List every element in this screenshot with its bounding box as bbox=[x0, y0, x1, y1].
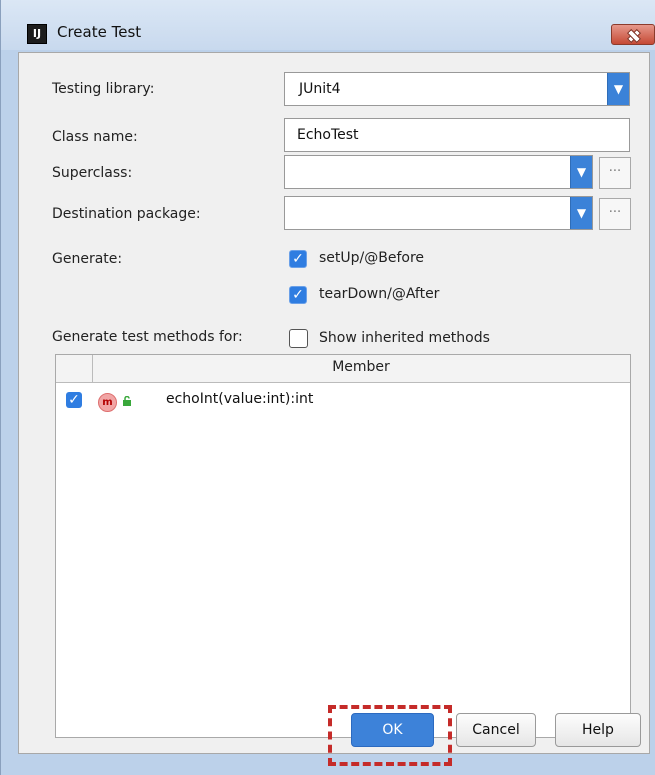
close-button[interactable] bbox=[611, 24, 655, 45]
class-name-value: EchoTest bbox=[297, 127, 359, 143]
setup-checkbox[interactable]: ✓ bbox=[289, 250, 307, 268]
titlebar: IJ Create Test bbox=[1, 0, 655, 50]
class-name-input[interactable]: EchoTest bbox=[284, 118, 630, 152]
intellij-icon: IJ bbox=[27, 24, 47, 44]
destination-package-label: Destination package: bbox=[52, 206, 201, 222]
show-inherited-label: Show inherited methods bbox=[319, 330, 490, 346]
public-lock-icon bbox=[123, 396, 131, 406]
create-test-dialog: IJ Create Test Testing library: JUnit4 ▼… bbox=[0, 0, 655, 775]
superclass-label: Superclass: bbox=[52, 165, 133, 181]
teardown-label: tearDown/@After bbox=[319, 286, 440, 302]
destination-package-select[interactable]: ▼ bbox=[284, 196, 593, 230]
testing-library-value: JUnit4 bbox=[299, 81, 341, 97]
chevron-down-icon[interactable]: ▼ bbox=[570, 197, 592, 229]
testing-library-label: Testing library: bbox=[52, 81, 155, 97]
member-column-header[interactable]: Member bbox=[92, 359, 630, 375]
teardown-checkbox[interactable]: ✓ bbox=[289, 286, 307, 304]
ok-button-highlight bbox=[328, 705, 452, 766]
member-checkbox[interactable]: ✓ bbox=[66, 392, 82, 408]
setup-label: setUp/@Before bbox=[319, 250, 425, 266]
superclass-select[interactable]: ▼ bbox=[284, 155, 593, 189]
method-icon: m bbox=[98, 393, 117, 412]
chevron-down-icon[interactable]: ▼ bbox=[607, 73, 629, 105]
help-button[interactable]: Help bbox=[555, 713, 641, 747]
chevron-down-icon[interactable]: ▼ bbox=[570, 156, 592, 188]
superclass-browse-button[interactable]: ... bbox=[599, 157, 631, 189]
generate-label: Generate: bbox=[52, 251, 123, 267]
show-inherited-checkbox[interactable] bbox=[289, 329, 308, 348]
generate-test-methods-label: Generate test methods for: bbox=[52, 329, 243, 345]
testing-library-select[interactable]: JUnit4 ▼ bbox=[284, 72, 630, 106]
dialog-content: Testing library: JUnit4 ▼ Class name: Ec… bbox=[18, 52, 650, 754]
dialog-title: Create Test bbox=[57, 23, 142, 41]
cancel-button[interactable]: Cancel bbox=[456, 713, 536, 747]
members-table-header: Member bbox=[56, 355, 630, 383]
class-name-label: Class name: bbox=[52, 129, 138, 145]
destination-package-browse-button[interactable]: ... bbox=[599, 198, 631, 230]
table-row[interactable]: ✓ m echoInt(value:int):int bbox=[56, 391, 630, 413]
member-name: echoInt(value:int):int bbox=[166, 391, 314, 407]
members-table: Member ✓ m echoInt(value:int):int bbox=[55, 354, 631, 738]
